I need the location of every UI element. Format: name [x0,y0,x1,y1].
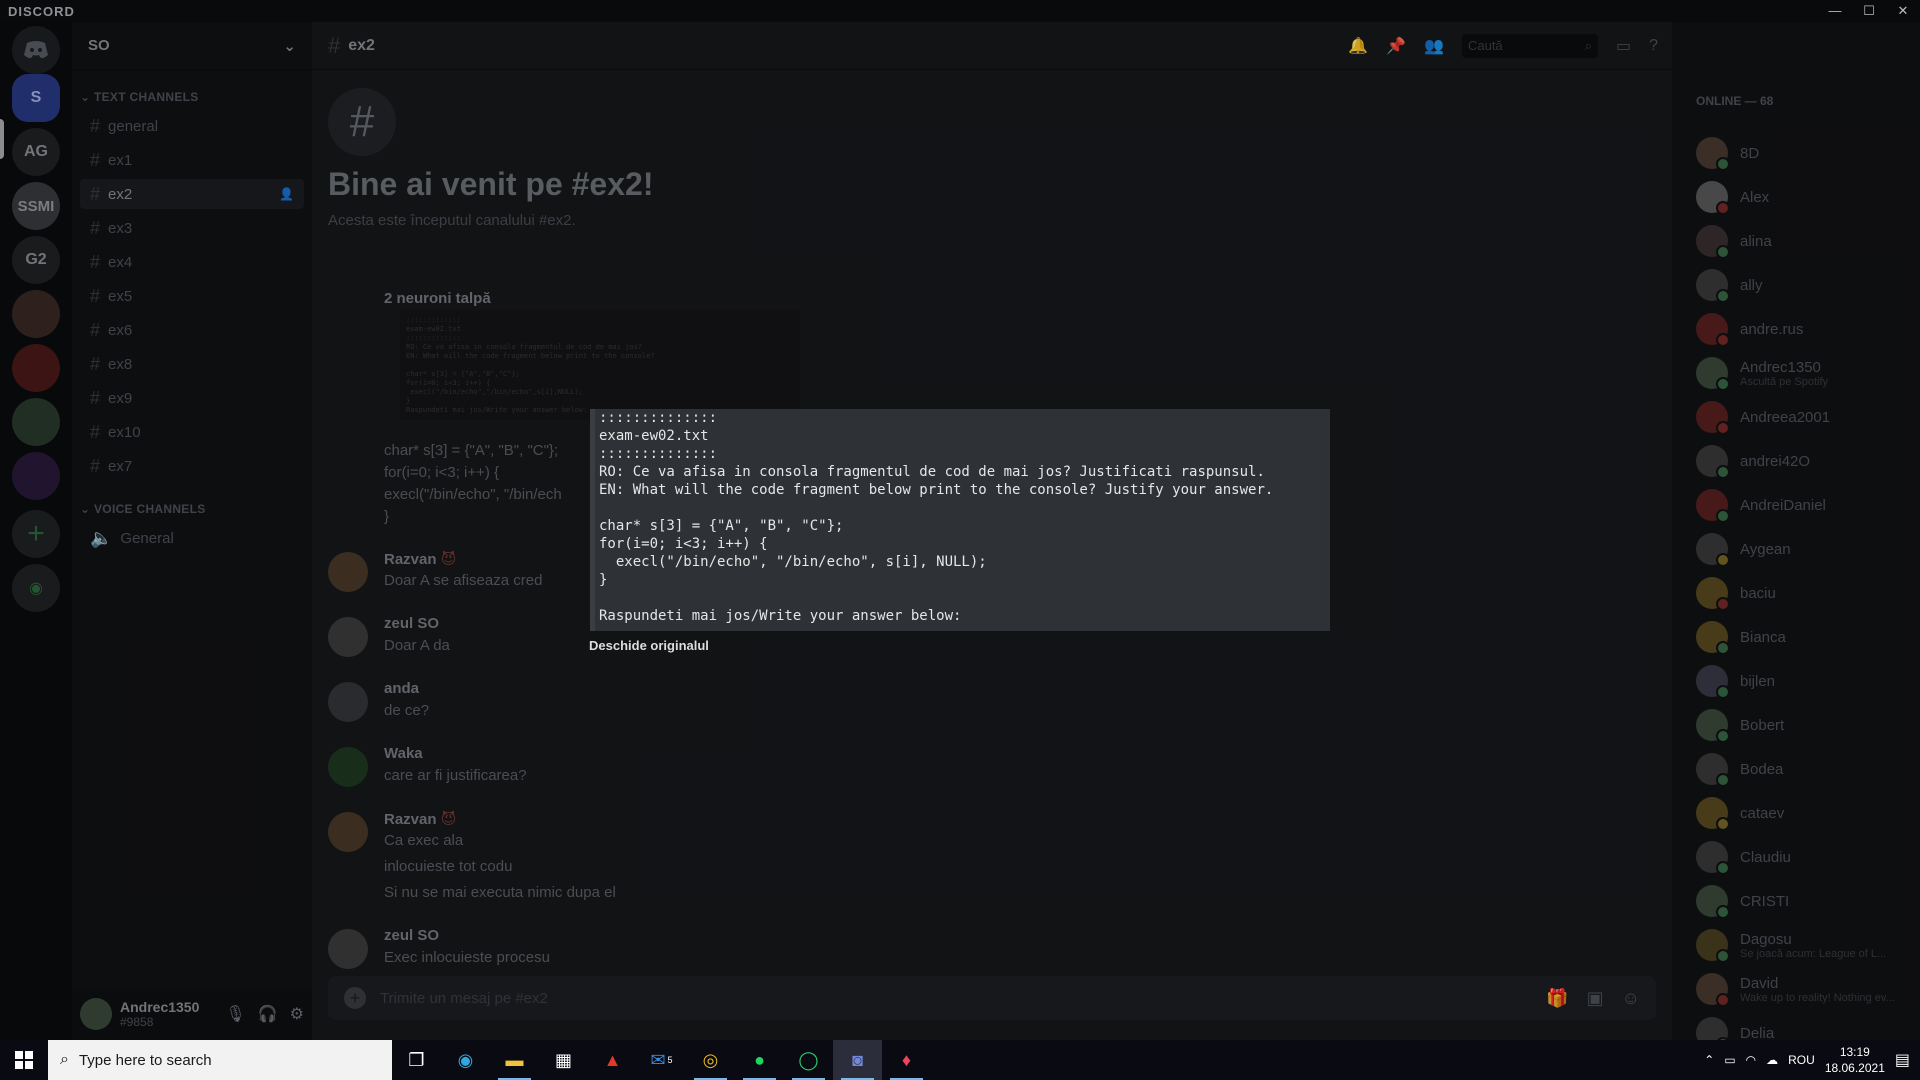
title-bar: DISCORD — ☐ ✕ [0,0,1920,22]
taskbar-search-placeholder: Type here to search [78,1051,212,1069]
taskbar-search-input[interactable]: ⌕ Type here to search [48,1040,392,1080]
cloud-icon[interactable]: ☁ [1766,1053,1778,1067]
discord-taskbar-icon[interactable]: ◙ [833,1040,882,1080]
spotify-icon[interactable]: ● [735,1040,784,1080]
clock-date: 18.06.2021 [1824,1061,1885,1075]
clock[interactable]: 13:19 18.06.2021 [1825,1044,1885,1076]
paint-drop-icon[interactable]: ♦ [882,1040,931,1080]
store-icon[interactable]: ▦ [539,1040,588,1080]
window-controls: — ☐ ✕ [1818,0,1920,22]
chevron-up-icon[interactable]: ⌃ [1704,1053,1714,1067]
windows-start-icon[interactable] [0,1040,48,1080]
system-tray: ⌃ ▭ ◠ ☁ ROU 13:19 18.06.2021 ▤ [1704,1040,1920,1080]
windows-taskbar: ⌕ Type here to search ❐ ◉ ▬ ▦ ▲ ✉ 5 ◎ ● ◯… [0,1040,1920,1080]
whatsapp-icon[interactable]: ◯ [784,1040,833,1080]
open-original-link[interactable]: Deschide originalul [589,638,709,653]
mail-badge: 5 [667,1055,673,1065]
language-indicator[interactable]: ROU [1788,1053,1815,1067]
taskbar-apps: ❐ ◉ ▬ ▦ ▲ ✉ 5 ◎ ● ◯ ◙ ♦ [392,1040,931,1080]
chrome-icon[interactable]: ◎ [686,1040,735,1080]
task-view-icon[interactable]: ❐ [392,1040,441,1080]
close-icon[interactable]: ✕ [1886,0,1920,22]
notifications-icon[interactable]: ▤ [1895,1050,1910,1070]
image-preview: :::::::::::::: exam-ew02.txt :::::::::::… [590,409,1330,631]
preview-text: :::::::::::::: exam-ew02.txt :::::::::::… [599,410,1274,624]
acrobat-icon[interactable]: ▲ [588,1040,637,1080]
clock-time: 13:19 [1839,1045,1870,1059]
edge-icon[interactable]: ◉ [441,1040,490,1080]
app-brand: DISCORD [8,3,75,19]
maximize-icon[interactable]: ☐ [1852,0,1886,22]
minimize-icon[interactable]: — [1818,0,1852,22]
mail-icon[interactable]: ✉ 5 [637,1040,686,1080]
battery-icon[interactable]: ▭ [1724,1053,1735,1067]
wifi-icon[interactable]: ◠ [1746,1053,1756,1067]
file-explorer-icon[interactable]: ▬ [490,1040,539,1080]
search-icon: ⌕ [60,1051,69,1068]
